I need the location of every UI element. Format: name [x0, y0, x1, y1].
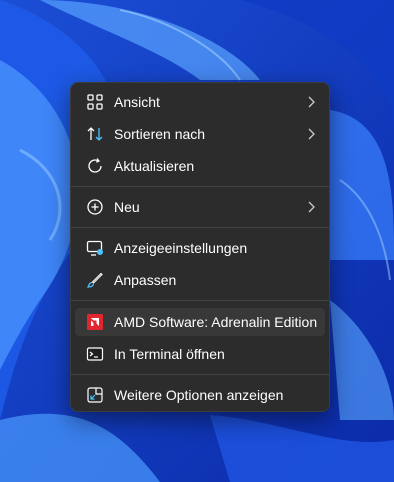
more-options-icon: [87, 387, 103, 403]
menu-item-label: Neu: [114, 199, 140, 215]
menu-separator: [71, 186, 329, 187]
menu-item-personalize[interactable]: Anpassen: [75, 266, 325, 294]
refresh-icon: [88, 158, 102, 173]
grid-icon: [87, 94, 103, 110]
menu-item-show-more-options[interactable]: Weitere Optionen anzeigen: [75, 381, 325, 409]
sort-arrows-icon: [87, 127, 103, 141]
menu-item-label: Anzeigeeinstellungen: [114, 240, 248, 256]
menu-separator: [71, 374, 329, 375]
menu-item-new[interactable]: Neu: [75, 193, 325, 221]
menu-item-amd-software[interactable]: AMD Software: Adrenalin Edition: [75, 308, 325, 336]
menu-item-open-in-terminal[interactable]: In Terminal öffnen: [75, 340, 325, 368]
menu-item-display-settings[interactable]: Anzeigeeinstellungen: [75, 234, 325, 262]
menu-item-label: Ansicht: [114, 94, 160, 110]
paintbrush-icon: [86, 272, 103, 288]
desktop-context-menu: Ansicht Sortieren nach Aktualisieren Neu: [70, 82, 330, 412]
chevron-right-icon: [308, 128, 315, 140]
menu-item-label: In Terminal öffnen: [114, 346, 225, 362]
menu-item-label: Weitere Optionen anzeigen: [114, 387, 284, 403]
terminal-icon: [86, 347, 104, 361]
menu-item-view[interactable]: Ansicht: [75, 88, 325, 116]
menu-item-label: Sortieren nach: [114, 126, 206, 142]
menu-separator: [71, 300, 329, 301]
plus-circle-icon: [87, 199, 103, 215]
menu-separator: [71, 227, 329, 228]
menu-item-label: AMD Software: Adrenalin Edition: [114, 314, 318, 330]
menu-item-label: Anpassen: [114, 272, 177, 288]
menu-item-sort-by[interactable]: Sortieren nach: [75, 120, 325, 148]
chevron-right-icon: [308, 201, 315, 213]
amd-logo-icon: [87, 314, 103, 330]
menu-item-label: Aktualisieren: [114, 158, 195, 174]
display-settings-icon: [86, 240, 103, 256]
menu-item-refresh[interactable]: Aktualisieren: [75, 152, 325, 180]
chevron-right-icon: [308, 96, 315, 108]
